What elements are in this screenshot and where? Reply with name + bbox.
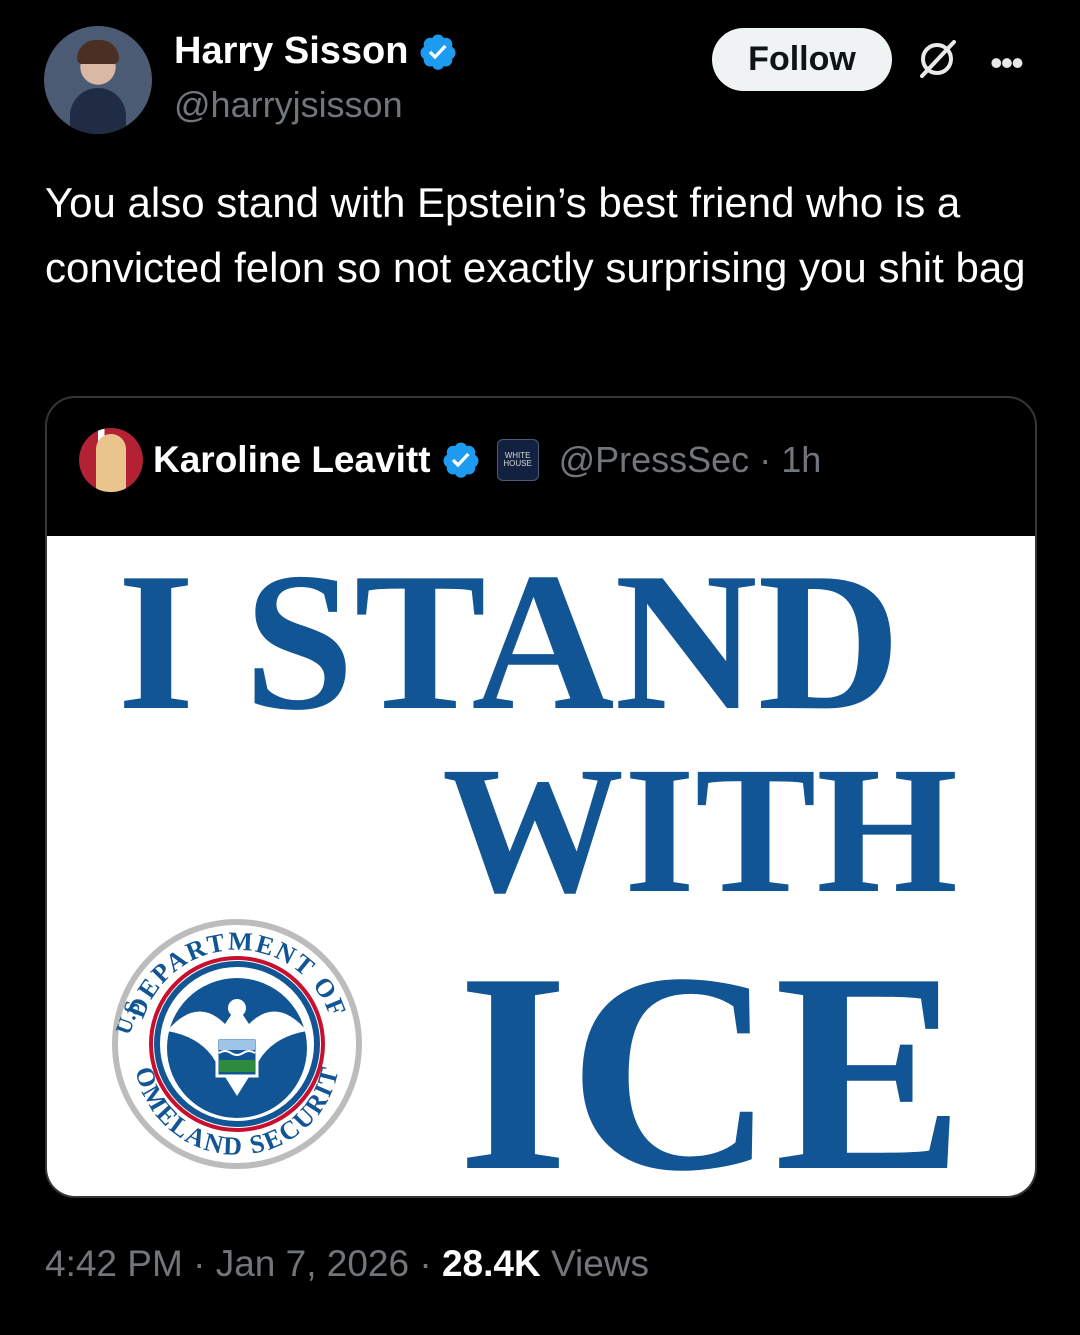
quoted-time-separator: · <box>759 439 772 480</box>
verified-badge-icon <box>420 34 456 70</box>
poster-line-3: ICE <box>458 914 965 1196</box>
follow-button[interactable]: Follow <box>712 28 892 91</box>
views-count: 28.4K <box>441 1243 541 1284</box>
tweet-meta: 4:42 PM · Jan 7, 2026 · 28.4K Views <box>45 1243 649 1285</box>
white-house-affiliation-badge[interactable]: WHITE HOUSE <box>496 439 539 481</box>
tweet-date[interactable]: Jan 7, 2026 <box>216 1243 409 1284</box>
quoted-author-avatar[interactable] <box>79 428 143 492</box>
author-name-row[interactable]: Harry Sisson <box>174 30 458 73</box>
quoted-time[interactable]: 1h <box>781 439 821 481</box>
ice-poster-graphic: I STAND WITH ICE DEPARTMENT OF HOMELAND … <box>47 536 965 1196</box>
author-name[interactable]: Harry Sisson <box>174 30 408 73</box>
quoted-tweet-card[interactable]: Karoline Leavitt WHITE HOUSE @PressSec ·… <box>45 396 1037 1198</box>
quoted-image[interactable]: I STAND WITH ICE DEPARTMENT OF HOMELAND … <box>47 536 1035 1196</box>
tweet-text: You also stand with Epstein’s best frien… <box>45 179 1026 291</box>
quoted-author-name[interactable]: Karoline Leavitt <box>153 439 431 481</box>
meta-separator: · <box>419 1243 442 1284</box>
author-handle[interactable]: @harryjsisson <box>174 84 403 126</box>
verified-badge-icon <box>443 442 479 478</box>
more-options-icon[interactable]: ••• <box>990 42 1024 84</box>
grok-icon[interactable] <box>914 36 960 82</box>
tweet-time[interactable]: 4:42 PM <box>45 1243 183 1284</box>
meta-separator: · <box>193 1243 216 1284</box>
poster-line-1: I STAND <box>117 536 900 751</box>
poster-line-2: WITH <box>442 730 958 931</box>
views-label: Views <box>550 1243 650 1284</box>
quoted-handle[interactable]: @PressSec <box>559 439 750 481</box>
quoted-tweet-header: Karoline Leavitt WHITE HOUSE @PressSec ·… <box>79 428 821 492</box>
author-avatar[interactable] <box>44 26 152 134</box>
